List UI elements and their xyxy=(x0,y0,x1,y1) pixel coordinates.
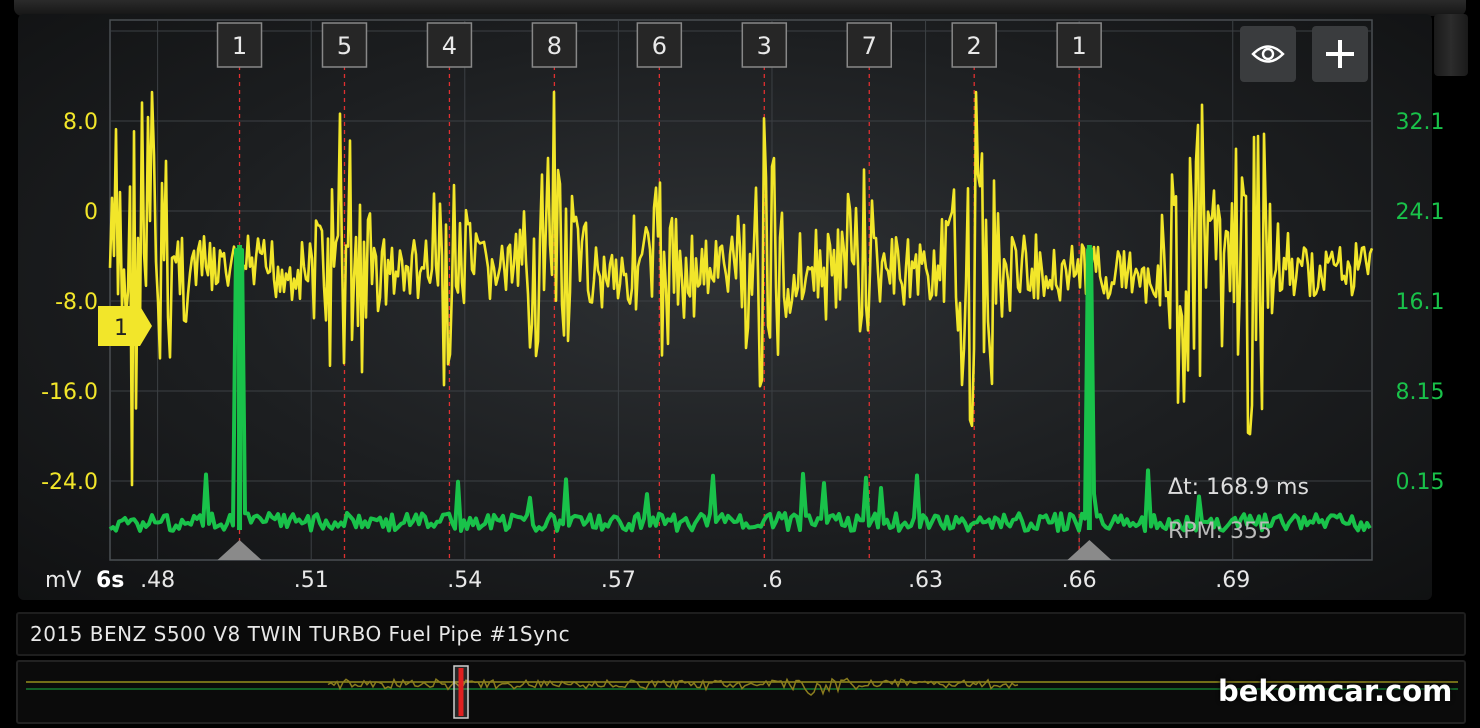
left-axis-tick: -16.0 xyxy=(41,380,98,405)
cylinder-label: 1 xyxy=(1072,32,1087,60)
cylinder-label: 7 xyxy=(862,32,877,60)
left-axis-tick: -24.0 xyxy=(41,470,98,495)
overview-trace xyxy=(327,677,1019,696)
waveform-chart[interactable]: 8.0 0 -8.0 -16.0 -24.0 32.1 24.1 16.1 8.15 0.15 mV… xyxy=(0,0,1480,600)
rpm-readout: RPM: 355 xyxy=(1168,519,1272,544)
time-window: 6s xyxy=(96,568,124,593)
channel-marker-label: 1 xyxy=(114,316,128,341)
right-axis-tick: 16.1 xyxy=(1396,290,1445,315)
cylinder-label: 6 xyxy=(652,32,667,60)
capture-title-bar: 2015 BENZ S500 V8 TWIN TURBO Fuel Pipe #… xyxy=(16,612,1466,656)
time-tick: .69 xyxy=(1215,568,1250,593)
visibility-button[interactable] xyxy=(1240,26,1296,82)
right-axis-tick: 24.1 xyxy=(1396,200,1445,225)
watermark: bekomcar.com xyxy=(1218,674,1453,708)
time-tick: .66 xyxy=(1062,568,1097,593)
time-tick: .57 xyxy=(601,568,636,593)
eye-icon xyxy=(1251,45,1285,63)
time-cursor-1[interactable] xyxy=(217,540,262,560)
channel1-trace xyxy=(108,90,1374,487)
scope-screen: 8.0 0 -8.0 -16.0 -24.0 32.1 24.1 16.1 8.15 0.15 mV… xyxy=(0,0,1480,728)
right-axis-tick: 32.1 xyxy=(1396,110,1445,135)
time-tick: .6 xyxy=(761,568,782,593)
time-tick: .54 xyxy=(447,568,482,593)
cylinder-label: 4 xyxy=(442,32,457,60)
cylinder-label: 8 xyxy=(547,32,562,60)
time-tick: .48 xyxy=(140,568,175,593)
cylinder-label: 5 xyxy=(337,32,352,60)
left-axis-tick: 8.0 xyxy=(63,110,98,135)
right-axis-tick: 0.15 xyxy=(1396,470,1445,495)
add-button[interactable] xyxy=(1312,26,1368,82)
capture-title: 2015 BENZ S500 V8 TWIN TURBO Fuel Pipe #… xyxy=(30,622,571,646)
cylinder-label: 3 xyxy=(757,32,772,60)
time-tick: .63 xyxy=(908,568,943,593)
time-cursor-2[interactable] xyxy=(1067,540,1112,560)
cylinder-labels: 1 5 4 8 6 3 7 2 1 xyxy=(216,22,1102,68)
time-cursors[interactable] xyxy=(217,540,1112,560)
plus-icon xyxy=(1326,40,1354,68)
cylinder-label: 1 xyxy=(232,32,247,60)
right-axis-tick: 8.15 xyxy=(1396,380,1445,405)
left-axis-unit: mV xyxy=(45,568,81,593)
left-axis-tick: -8.0 xyxy=(55,290,98,315)
left-axis-tick: 0 xyxy=(84,200,98,225)
delta-t-readout: Δt: 168.9 ms xyxy=(1168,475,1309,500)
channel1-waveform xyxy=(108,90,1374,487)
cylinder-label: 2 xyxy=(967,32,982,60)
time-tick: .51 xyxy=(294,568,329,593)
